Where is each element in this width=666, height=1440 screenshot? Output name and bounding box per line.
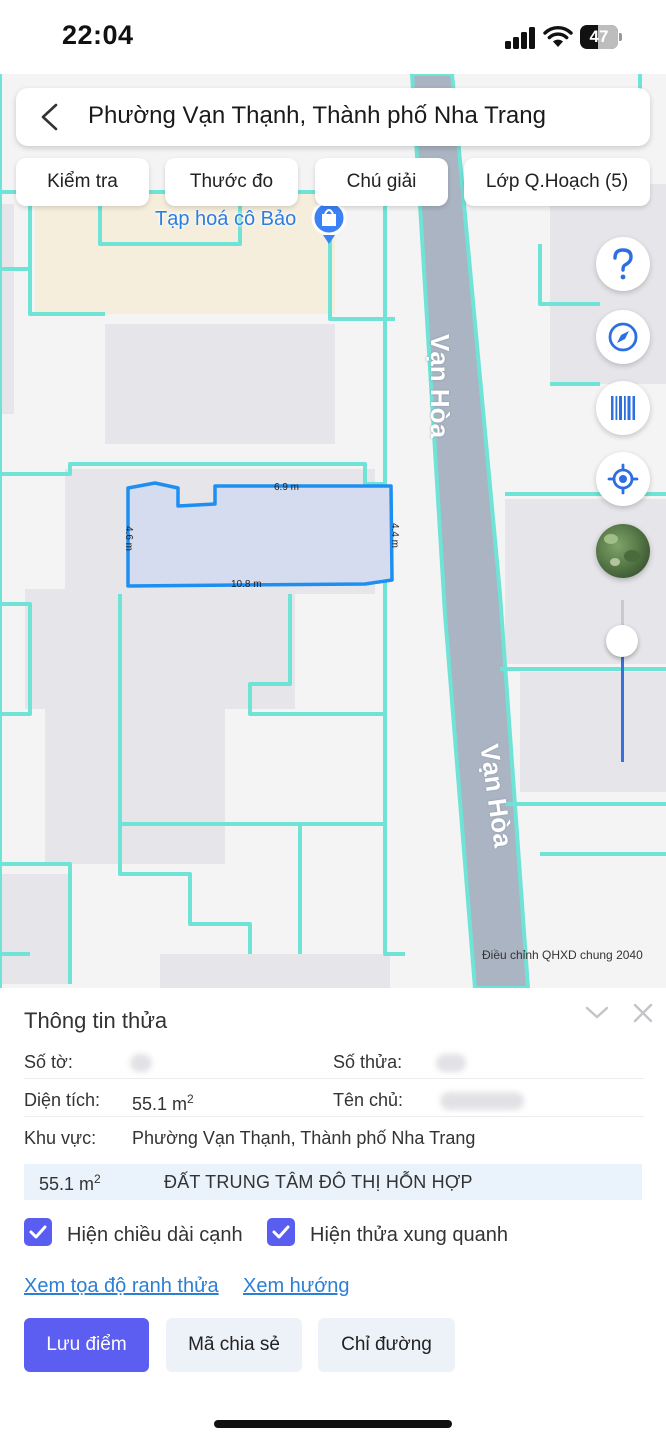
- parcel-info-panel: Thông tin thửa Số tờ: Số thửa: Diện tích…: [0, 988, 666, 1440]
- my-location-button[interactable]: [596, 452, 650, 506]
- zoom-slider-fill: [621, 640, 624, 762]
- map-credit: Điều chỉnh QHXD chung 2040: [482, 948, 643, 962]
- map-view[interactable]: Tạp hoá cô Bảo Vạn Hòa Vạn Hòa 6.9 m 10.…: [0, 74, 666, 988]
- region-value: Phường Vạn Thạnh, Thành phố Nha Trang: [132, 1128, 476, 1148]
- parcel-number-label: Số thửa:: [333, 1052, 403, 1072]
- area-value: 55.1 m2: [132, 1092, 194, 1114]
- barcode-icon: [611, 396, 635, 420]
- edge-length-top: 6.9 m: [274, 482, 300, 493]
- show-neighbor-parcels-checkbox[interactable]: [267, 1218, 295, 1246]
- sheet-number-value-redacted: [130, 1054, 152, 1072]
- sheet-number-label: Số tờ:: [24, 1052, 73, 1072]
- compass-button[interactable]: [596, 310, 650, 364]
- zoning-type: ĐẤT TRUNG TÂM ĐÔ THỊ HỖN HỢP: [164, 1172, 473, 1192]
- battery-icon: 47: [580, 25, 622, 49]
- ruler-button[interactable]: Thước đo: [165, 158, 298, 206]
- cellular-signal-icon: [505, 27, 537, 49]
- wifi-icon: [543, 26, 573, 47]
- home-indicator: [214, 1420, 452, 1428]
- location-header: Phường Vạn Thạnh, Thành phố Nha Trang: [16, 88, 650, 146]
- parcel-outline[interactable]: [126, 481, 394, 588]
- area-label: Diện tích:: [24, 1090, 101, 1110]
- show-neighbor-parcels-label[interactable]: Hiện thửa xung quanh: [310, 1224, 508, 1247]
- region-label: Khu vực:: [24, 1128, 97, 1148]
- save-point-button[interactable]: Lưu điểm: [24, 1318, 149, 1372]
- status-time: 22:04: [62, 20, 134, 50]
- divider: [24, 1116, 644, 1117]
- share-code-button[interactable]: Mã chia sẻ: [166, 1318, 302, 1372]
- satellite-layer-icon[interactable]: [596, 524, 650, 578]
- edge-length-right: 4.4 m: [389, 523, 400, 549]
- help-icon: [613, 248, 633, 280]
- view-boundary-coordinates-link[interactable]: Xem tọa độ ranh thửa: [24, 1275, 219, 1298]
- check-button[interactable]: Kiểm tra: [16, 158, 149, 206]
- show-edge-lengths-checkbox[interactable]: [24, 1218, 52, 1246]
- map-tools-bar: Kiểm tra Thước đo Chú giải Lớp Q.Hoạch (…: [0, 158, 666, 206]
- show-edge-lengths-label[interactable]: Hiện chiều dài cạnh: [67, 1224, 243, 1247]
- help-button[interactable]: [596, 237, 650, 291]
- zoning-area: 55.1 m2: [39, 1172, 101, 1194]
- checkmark-icon: [29, 1225, 47, 1239]
- owner-value-redacted: [440, 1092, 524, 1110]
- chevron-down-icon[interactable]: [584, 1002, 610, 1022]
- divider: [24, 1078, 644, 1079]
- view-direction-link[interactable]: Xem hướng: [243, 1275, 350, 1298]
- road-label: Vạn Hòa: [425, 334, 455, 439]
- legend-button[interactable]: Chú giải: [315, 158, 448, 206]
- edge-length-left: 4.6 m: [123, 526, 134, 552]
- close-icon[interactable]: [632, 1002, 654, 1024]
- compass-icon: [608, 322, 638, 352]
- directions-button[interactable]: Chỉ đường: [318, 1318, 455, 1372]
- battery-percent: 47: [589, 27, 609, 46]
- parcel-number-value-redacted: [436, 1054, 466, 1072]
- panel-title: Thông tin thửa: [24, 1008, 168, 1033]
- zoom-slider-handle[interactable]: [606, 624, 638, 657]
- location-title[interactable]: Phường Vạn Thạnh, Thành phố Nha Trang: [88, 102, 546, 130]
- checkmark-icon: [272, 1225, 290, 1239]
- screen: 22:04 47 Tạp hoá cô Bảo Vạn Hòa Vạn Hòa …: [0, 0, 666, 1440]
- zoning-row[interactable]: 55.1 m2 ĐẤT TRUNG TÂM ĐÔ THỊ HỖN HỢP: [24, 1164, 642, 1200]
- poi-label[interactable]: Tạp hoá cô Bảo: [155, 208, 296, 231]
- edge-length-bottom: 10.8 m: [231, 579, 262, 590]
- owner-label: Tên chủ:: [333, 1090, 404, 1110]
- map-canvas[interactable]: [0, 74, 666, 988]
- status-bar: 22:04 47: [0, 0, 666, 74]
- barcode-button[interactable]: [596, 381, 650, 435]
- back-arrow-icon[interactable]: [36, 102, 64, 132]
- locate-icon: [607, 463, 639, 495]
- planning-layers-button[interactable]: Lớp Q.Hoạch (5): [464, 158, 650, 206]
